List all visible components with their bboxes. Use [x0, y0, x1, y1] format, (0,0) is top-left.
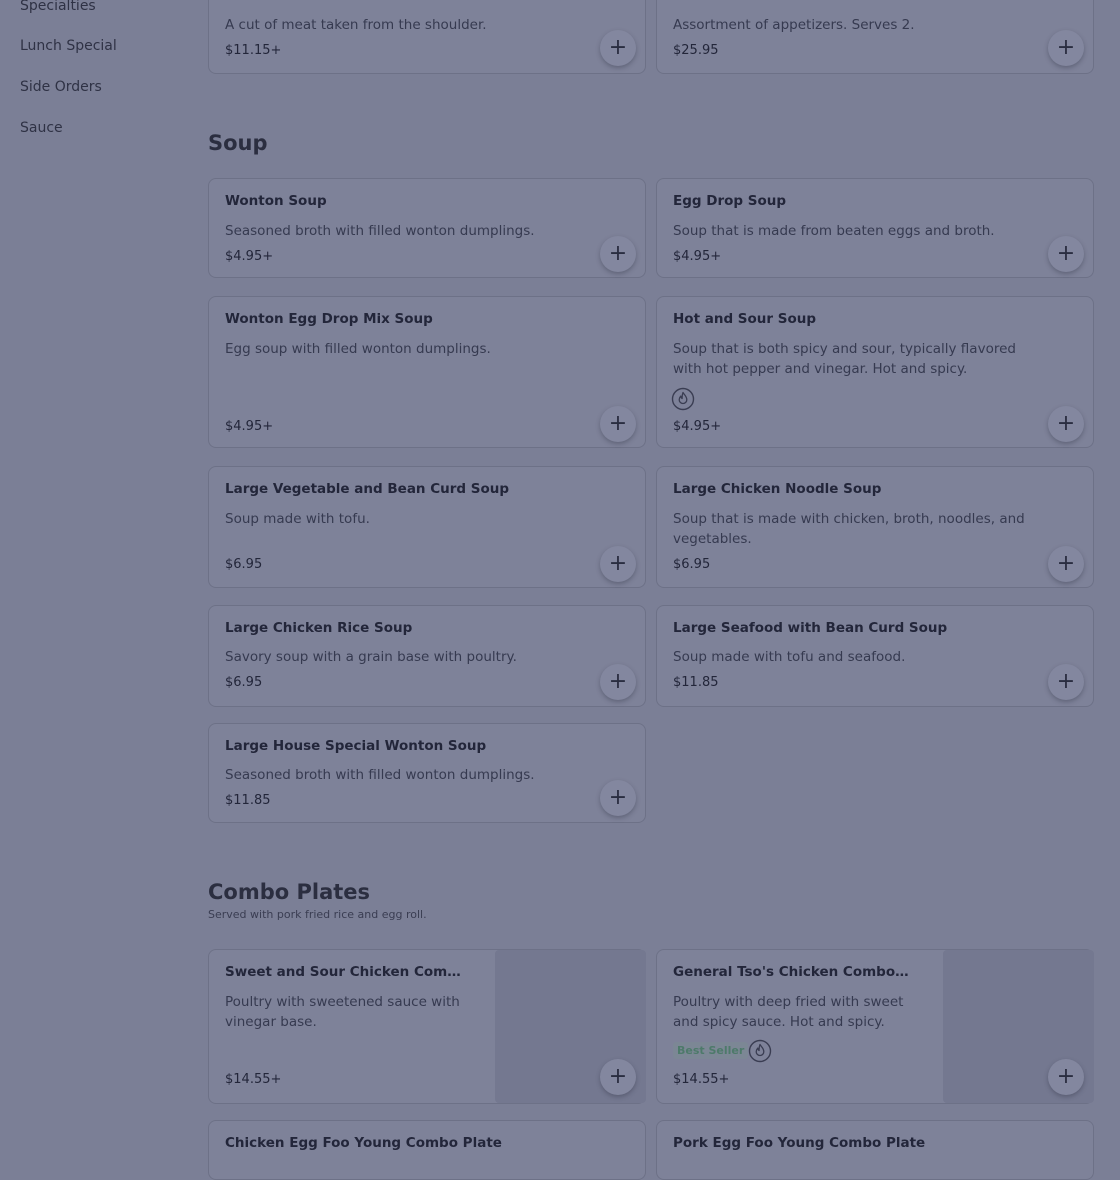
- add-item-button[interactable]: +: [1048, 30, 1084, 66]
- item-name: Wonton Egg Drop Mix Soup: [225, 311, 433, 327]
- item-description: Soup made with tofu and seafood.: [673, 649, 906, 665]
- item-name: Large Chicken Rice Soup: [225, 620, 413, 636]
- plus-icon: +: [1056, 551, 1076, 576]
- section-subtitle: Served with pork fried rice and egg roll…: [208, 908, 427, 921]
- menu-item-card[interactable]: Sweet and Sour Chicken Combo ... Poultry…: [208, 949, 646, 1104]
- add-item-button[interactable]: +: [600, 546, 636, 582]
- plus-icon: +: [1056, 669, 1076, 694]
- menu-item-card[interactable]: Wonton Egg Drop Mix Soup Egg soup with f…: [208, 296, 646, 448]
- add-item-button[interactable]: +: [1048, 406, 1084, 442]
- add-item-button[interactable]: +: [1048, 546, 1084, 582]
- item-price: $6.95: [225, 557, 263, 572]
- sidebar-item-sauce[interactable]: Sauce: [20, 120, 63, 136]
- flame-icon: [671, 387, 695, 411]
- item-price: $14.55+: [673, 1072, 730, 1087]
- menu-item-card[interactable]: Hot and Sour Soup Soup that is both spic…: [656, 296, 1094, 448]
- item-name: Large Chicken Noodle Soup: [673, 481, 882, 497]
- menu-item-card[interactable]: Large House Special Wonton Soup Seasoned…: [208, 723, 646, 823]
- item-name: Large Vegetable and Bean Curd Soup: [225, 481, 510, 497]
- item-price: $4.95+: [225, 249, 274, 264]
- item-price: $6.95: [225, 675, 263, 690]
- menu-item-card[interactable]: Assortment of appetizers. Serves 2. $25.…: [656, 0, 1094, 74]
- menu-item-card[interactable]: Large Chicken Noodle Soup Soup that is m…: [656, 466, 1094, 588]
- plus-icon: +: [608, 669, 628, 694]
- add-item-button[interactable]: +: [600, 1059, 636, 1095]
- flame-icon: [748, 1039, 772, 1063]
- plus-icon: +: [1056, 411, 1076, 436]
- section-title-combo-plates: Combo Plates: [208, 880, 371, 904]
- plus-icon: +: [608, 411, 628, 436]
- plus-icon: +: [608, 551, 628, 576]
- item-description: Seasoned broth with filled wonton dumpli…: [225, 223, 535, 239]
- item-description: A cut of meat taken from the shoulder.: [225, 17, 487, 33]
- add-item-button[interactable]: +: [600, 30, 636, 66]
- plus-icon: +: [608, 241, 628, 266]
- item-description: Poultry with deep fried with sweet and s…: [673, 994, 904, 1030]
- item-price: $4.95+: [673, 419, 722, 434]
- plus-icon: +: [1056, 241, 1076, 266]
- sidebar-item-side-orders[interactable]: Side Orders: [20, 79, 102, 95]
- item-price: $11.85: [225, 793, 271, 808]
- sidebar-item-lunch-special[interactable]: Lunch Special: [20, 38, 117, 54]
- item-price: $4.95+: [673, 249, 722, 264]
- item-name: Wonton Soup: [225, 193, 327, 209]
- item-name: Chicken Egg Foo Young Combo Plate: [225, 1135, 502, 1151]
- plus-icon: +: [608, 35, 628, 60]
- plus-icon: +: [1056, 1064, 1076, 1089]
- item-price: $11.85: [673, 675, 719, 690]
- plus-icon: +: [608, 785, 628, 810]
- item-name: Hot and Sour Soup: [673, 311, 817, 327]
- item-name: Pork Egg Foo Young Combo Plate: [673, 1135, 926, 1151]
- plus-icon: +: [608, 1064, 628, 1089]
- best-seller-badge: Best Seller: [673, 1042, 749, 1059]
- add-item-button[interactable]: +: [600, 664, 636, 700]
- add-item-button[interactable]: +: [1048, 664, 1084, 700]
- menu-item-card[interactable]: A cut of meat taken from the shoulder. $…: [208, 0, 646, 74]
- item-description: Poultry with sweetened sauce with vinega…: [225, 994, 460, 1030]
- menu-item-card[interactable]: Large Vegetable and Bean Curd Soup Soup …: [208, 466, 646, 588]
- menu-item-card[interactable]: Chicken Egg Foo Young Combo Plate: [208, 1120, 646, 1180]
- item-description: Soup that is both spicy and sour, typica…: [673, 341, 1016, 377]
- item-name: Large House Special Wonton Soup: [225, 738, 487, 754]
- item-description: Soup made with tofu.: [225, 511, 370, 527]
- menu-item-card[interactable]: Wonton Soup Seasoned broth with filled w…: [208, 178, 646, 278]
- section-title-soup: Soup: [208, 131, 268, 155]
- sidebar-item-specialties[interactable]: Specialties: [20, 0, 96, 14]
- item-name: General Tso's Chicken Combo ...: [673, 964, 913, 980]
- add-item-button[interactable]: +: [1048, 236, 1084, 272]
- item-description: Soup that is made with chicken, broth, n…: [673, 511, 1025, 547]
- item-price: $6.95: [673, 557, 711, 572]
- add-item-button[interactable]: +: [600, 236, 636, 272]
- item-price: $14.55+: [225, 1072, 282, 1087]
- item-name: Egg Drop Soup: [673, 193, 787, 209]
- item-name: Large Seafood with Bean Curd Soup: [673, 620, 948, 636]
- add-item-button[interactable]: +: [600, 780, 636, 816]
- item-price: $4.95+: [225, 419, 274, 434]
- menu-item-card[interactable]: Large Chicken Rice Soup Savory soup with…: [208, 605, 646, 707]
- item-description: Soup that is made from beaten eggs and b…: [673, 223, 995, 239]
- item-price: $25.95: [673, 43, 719, 58]
- menu-item-card[interactable]: Large Seafood with Bean Curd Soup Soup m…: [656, 605, 1094, 707]
- item-description: Assortment of appetizers. Serves 2.: [673, 17, 915, 33]
- item-price: $11.15+: [225, 43, 282, 58]
- add-item-button[interactable]: +: [1048, 1059, 1084, 1095]
- item-description: Seasoned broth with filled wonton dumpli…: [225, 767, 535, 783]
- plus-icon: +: [1056, 35, 1076, 60]
- item-description: Savory soup with a grain base with poult…: [225, 649, 517, 665]
- add-item-button[interactable]: +: [600, 406, 636, 442]
- item-description: Egg soup with filled wonton dumplings.: [225, 341, 491, 357]
- menu-item-card[interactable]: Egg Drop Soup Soup that is made from bea…: [656, 178, 1094, 278]
- menu-item-card[interactable]: Pork Egg Foo Young Combo Plate: [656, 1120, 1094, 1180]
- item-name: Sweet and Sour Chicken Combo ...: [225, 964, 465, 980]
- menu-item-card[interactable]: General Tso's Chicken Combo ... Poultry …: [656, 949, 1094, 1104]
